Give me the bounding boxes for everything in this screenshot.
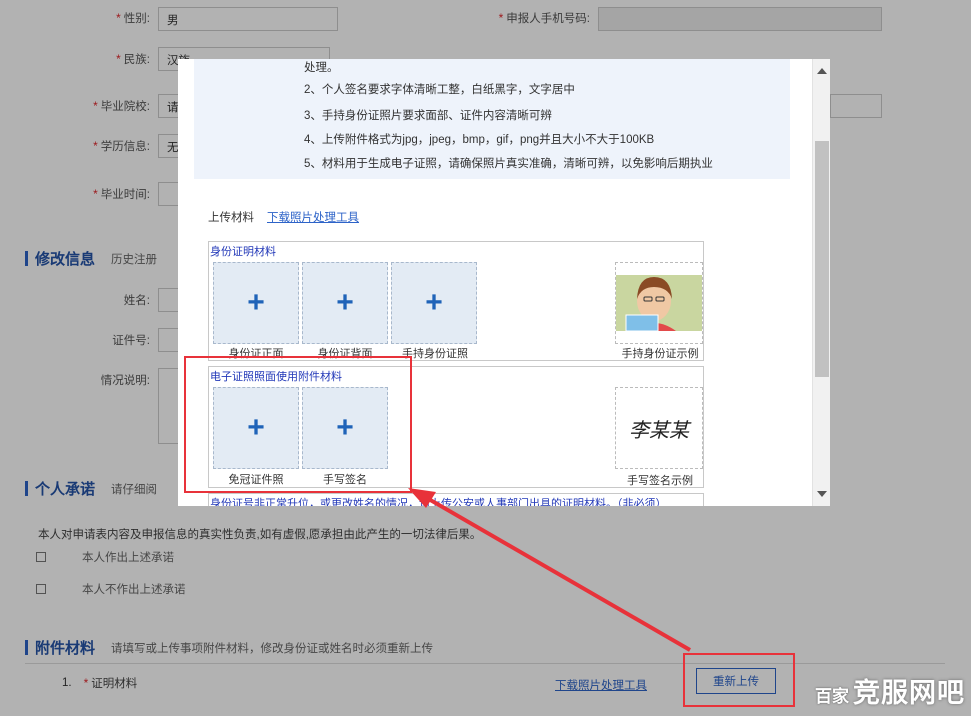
watermark-text-1: 百家: [815, 687, 849, 706]
watermark: 百家 竞服网吧: [815, 671, 965, 710]
watermark-text-2: 竞服网吧: [853, 678, 965, 708]
annotation-arrow-icon: [408, 488, 692, 652]
